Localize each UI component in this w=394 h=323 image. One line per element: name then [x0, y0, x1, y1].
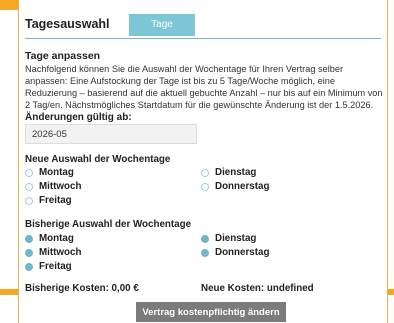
option-label: Montag [39, 167, 74, 178]
option-label: Dienstag [215, 233, 257, 244]
new-day-option-mittwoch[interactable]: Mittwoch [25, 181, 81, 192]
radio-filled-icon [25, 262, 33, 271]
previous-selection-title: Bisherige Auswahl der Wochentage [25, 219, 192, 230]
new-day-option-montag[interactable]: Montag [25, 167, 74, 178]
option-label: Mittwoch [39, 247, 82, 258]
radio-filled-icon [25, 234, 33, 243]
date-field-label: Änderungen gültig ab: [25, 112, 132, 123]
accent-bar [388, 289, 394, 295]
previous-day-montag: Montag [25, 233, 74, 244]
accent-bar [0, 0, 18, 10]
panel-title: Tagesauswahl [25, 17, 110, 31]
option-label: Dienstag [215, 167, 257, 178]
option-label: Donnerstag [215, 247, 270, 258]
radio-icon[interactable] [201, 168, 209, 177]
option-label: Freitag [39, 261, 72, 272]
section-description: Nachfolgend können Sie die Auswahl der W… [25, 64, 383, 110]
radio-filled-icon [201, 234, 209, 243]
day-selection-panel: Tagesauswahl Tage anpassen Tage anpassen… [18, 0, 388, 323]
effective-date-input[interactable] [25, 124, 197, 144]
radio-icon[interactable] [201, 182, 209, 191]
change-contract-button[interactable]: Vertrag kostenpflichtig ändern [136, 302, 286, 322]
previous-day-freitag: Freitag [25, 261, 72, 272]
previous-day-dienstag: Dienstag [201, 233, 256, 244]
previous-day-donnerstag: Donnerstag [201, 247, 269, 258]
new-day-option-donnerstag[interactable]: Donnerstag [201, 181, 269, 192]
option-label: Mittwoch [39, 181, 82, 192]
radio-icon[interactable] [25, 168, 33, 177]
option-label: Freitag [39, 195, 72, 206]
page-background: Tagesauswahl Tage anpassen Tage anpassen… [0, 0, 394, 323]
new-selection-title: Neue Auswahl der Wochentage [25, 154, 171, 165]
panel-header: Tagesauswahl Tage anpassen [25, 14, 381, 52]
option-label: Donnerstag [215, 181, 270, 192]
section-title: Tage anpassen [25, 50, 101, 62]
tab-tage-anpassen[interactable]: Tage anpassen [129, 14, 195, 52]
previous-day-mittwoch: Mittwoch [25, 247, 81, 258]
accent-bar [0, 289, 18, 295]
radio-icon[interactable] [25, 196, 33, 205]
new-day-option-dienstag[interactable]: Dienstag [201, 167, 256, 178]
new-day-option-freitag[interactable]: Freitag [25, 195, 72, 206]
previous-costs: Bisherige Kosten: 0,00 € [25, 283, 139, 294]
radio-filled-icon [201, 248, 209, 257]
radio-icon[interactable] [25, 182, 33, 191]
option-label: Montag [39, 233, 74, 244]
radio-filled-icon [25, 248, 33, 257]
new-costs: Neue Kosten: undefined [201, 283, 314, 294]
